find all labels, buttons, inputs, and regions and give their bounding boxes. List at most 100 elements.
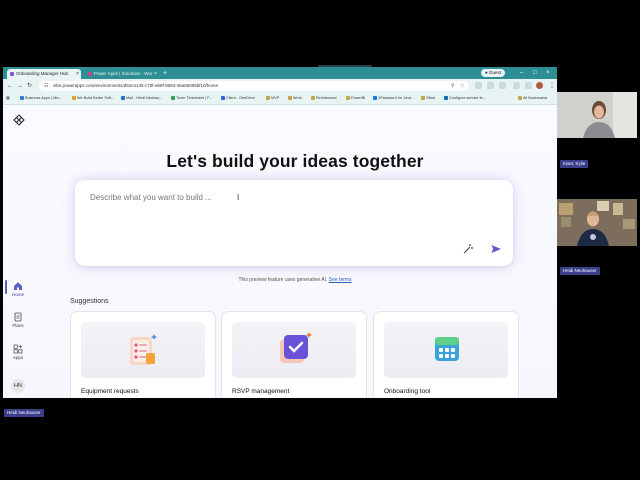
bookmark-label: We Build Better Soft...	[77, 96, 115, 100]
see-terms-link[interactable]: See terms	[329, 277, 352, 283]
zoom-icon[interactable]: ⚲	[451, 81, 455, 91]
ai-notice: This preview feature uses generative AI.…	[153, 277, 437, 283]
address-bar-row: ← → ↻ ☷ vibe.powerapps.com/environments/…	[3, 79, 557, 93]
all-bookmarks-button[interactable]: All Bookmarks	[518, 93, 547, 104]
new-tab-button[interactable]: +	[163, 69, 167, 79]
bookmark-item[interactable]: Toner Timesheet | F...	[171, 93, 212, 104]
bookmark-label: Mail - Heidi Neuhau...	[126, 96, 163, 100]
tab-label: Onboarding Manager Hub	[16, 71, 69, 76]
bookmark-item[interactable]: 1Password for Jeve...	[373, 93, 415, 104]
send-icon[interactable]	[490, 243, 502, 255]
forward-icon[interactable]: →	[17, 79, 23, 93]
guest-label: Guest	[488, 70, 501, 75]
bookmark-item[interactable]: We Build Better Soft...	[72, 93, 114, 104]
bookmark-label: Business Apps | Mic...	[25, 96, 63, 100]
participant-video-tile[interactable]	[557, 92, 637, 138]
tab-close-icon[interactable]: ×	[154, 69, 157, 79]
tab-power-apps-solutions[interactable]: Power Apps | Solutions - Wor ×	[85, 69, 159, 79]
folder-icon	[421, 95, 425, 100]
back-icon[interactable]: ←	[7, 79, 13, 93]
bookmark-label: Configure service te...	[449, 96, 486, 100]
tab-onboarding-manager-hub[interactable]: Onboarding Manager Hub ×	[7, 69, 81, 79]
bookmark-folder[interactable]: Reimbursed	[311, 93, 336, 104]
bookmark-item[interactable]: Configure service te...	[444, 93, 486, 104]
bookmark-star-icon[interactable]: ☆	[460, 81, 464, 91]
home-icon	[14, 282, 22, 290]
minimize-icon[interactable]: –	[520, 67, 523, 79]
tab-close-icon[interactable]: ×	[76, 69, 79, 79]
reload-icon[interactable]: ↻	[27, 79, 32, 93]
apps-grid-icon[interactable]: ▦	[6, 93, 10, 104]
extension-icon[interactable]	[499, 82, 506, 89]
bookmark-favicon-icon	[373, 95, 377, 100]
bookmark-folder[interactable]: MVP	[266, 93, 279, 104]
profile-avatar-icon[interactable]	[536, 82, 543, 89]
bookmark-favicon-icon	[171, 95, 175, 100]
extension-icon[interactable]	[487, 82, 494, 89]
suggestion-card-onboarding-tool[interactable]: Onboarding tool	[373, 311, 519, 398]
calendar-check-icon	[280, 332, 312, 363]
participant-video-tile[interactable]	[557, 199, 637, 246]
bookmark-item[interactable]: Mail - Heidi Neuhau...	[121, 93, 163, 104]
bookmark-label: Client - OneDrive	[226, 96, 256, 100]
bookmark-favicon-icon	[20, 95, 24, 100]
bookmark-label: Reimbursed	[316, 96, 337, 100]
bookmark-item[interactable]: Client - OneDrive	[221, 93, 255, 104]
url-text: vibe.powerapps.com/environments/d52e1135…	[53, 83, 219, 88]
suggestions-heading: Suggestions	[70, 298, 109, 305]
browser-titlebar: Onboarding Manager Hub × Power Apps | So…	[3, 67, 557, 79]
app-grid-icon	[435, 337, 459, 361]
card-title: RSVP management	[232, 388, 290, 395]
folder-icon	[266, 95, 270, 100]
nav-home-label: Home	[11, 292, 24, 297]
participant-name-label: Heidi Neuhauser	[560, 267, 600, 275]
tab-label: Power Apps | Solutions - Wor	[94, 71, 153, 76]
nav-plans-label: Plans	[12, 323, 24, 328]
nav-home[interactable]: Home	[3, 281, 33, 297]
bookmark-favicon-icon	[121, 95, 125, 100]
prompt-input[interactable]: Describe what you want to build ... I	[75, 180, 513, 266]
card-thumbnail	[384, 322, 508, 378]
powerapps-favicon-icon	[88, 72, 92, 76]
bookmark-folder[interactable]: Work	[288, 93, 302, 104]
card-title: Equipment requests	[81, 388, 139, 395]
url-field[interactable]: ☷ vibe.powerapps.com/environments/d52e11…	[39, 81, 469, 91]
site-info-icon[interactable]: ☷	[44, 81, 48, 91]
nav-plans[interactable]: Plans	[3, 312, 33, 328]
bookmark-folder[interactable]: Other	[421, 93, 436, 104]
extension-icon[interactable]	[475, 82, 482, 89]
bookmark-label: Other	[426, 96, 436, 100]
nav-apps-label: Apps	[12, 355, 24, 360]
guest-profile-button[interactable]: ● Guest	[481, 69, 505, 77]
bookmark-label: 1Password for Jeve...	[378, 96, 415, 100]
bookmark-label: MVP	[271, 96, 280, 100]
bookmark-label: PowerBI	[351, 96, 366, 100]
folder-icon	[518, 95, 522, 100]
folder-icon	[288, 95, 292, 100]
apps-add-icon	[13, 344, 23, 354]
extensions-puzzle-icon[interactable]	[513, 82, 520, 89]
app-logo-icon[interactable]	[13, 114, 25, 126]
user-avatar[interactable]: HN	[11, 379, 25, 393]
magic-wand-icon[interactable]	[462, 243, 474, 255]
page-headline: Let's build your ideas together	[166, 151, 424, 171]
nav-apps[interactable]: Apps	[3, 344, 33, 360]
card-title: Onboarding tool	[384, 388, 431, 395]
card-thumbnail	[81, 322, 205, 378]
bookmark-folder[interactable]: PowerBI	[346, 93, 365, 104]
bookmark-item[interactable]: Business Apps | Mic...	[20, 93, 62, 104]
ai-notice-text: This preview feature uses generative AI.	[238, 277, 328, 283]
card-thumbnail	[232, 322, 356, 378]
bookmark-favicon-icon	[72, 95, 76, 100]
browser-window: Onboarding Manager Hub × Power Apps | So…	[3, 67, 557, 398]
downloads-icon[interactable]	[525, 82, 532, 89]
menu-kebab-icon[interactable]: ⋮	[549, 79, 555, 93]
clipboard-checklist-icon	[130, 334, 157, 365]
suggestion-card-rsvp-management[interactable]: RSVP management	[221, 311, 367, 398]
participant-video-image	[557, 199, 637, 246]
text-cursor: I	[237, 193, 240, 202]
presenter-name-label: Heidi Neuhauser	[4, 409, 44, 417]
suggestion-card-equipment-requests[interactable]: Equipment requests	[70, 311, 216, 398]
close-window-icon[interactable]: ×	[546, 67, 550, 79]
maximize-icon[interactable]: □	[533, 67, 537, 79]
